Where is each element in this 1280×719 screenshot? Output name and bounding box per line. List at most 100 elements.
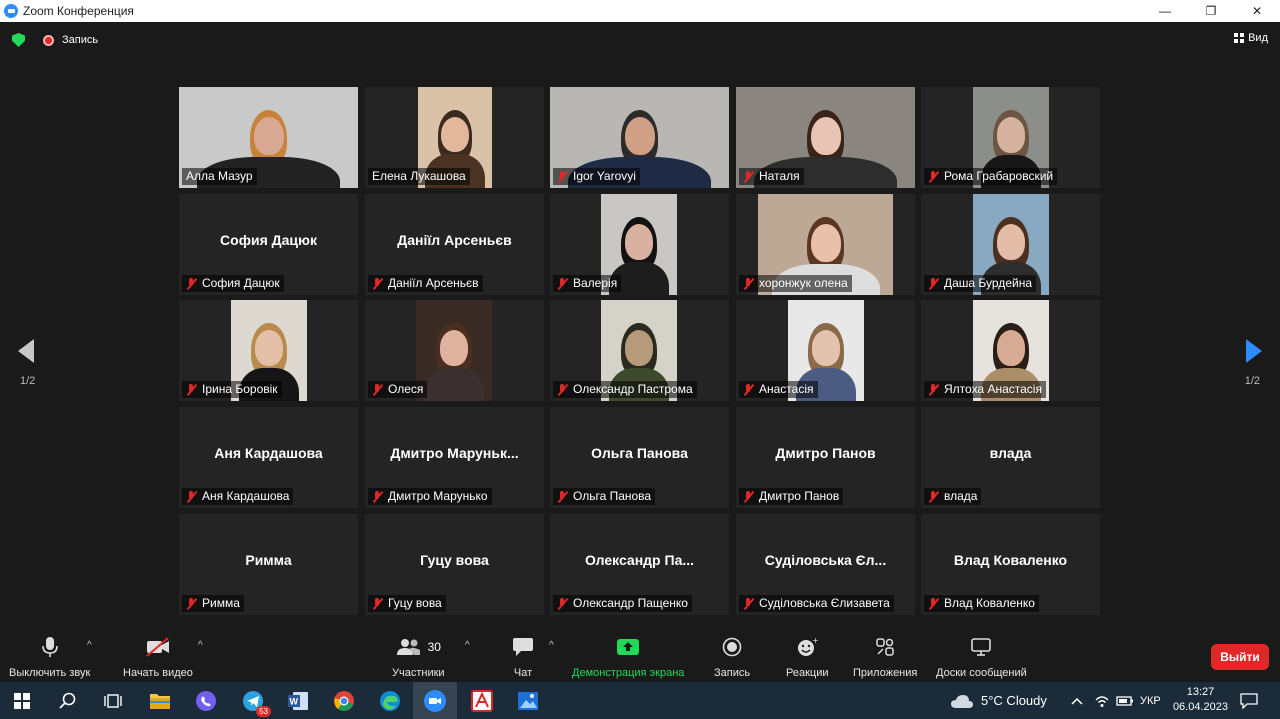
muted-mic-icon [928, 277, 938, 290]
participant-display-name: Суділовська Єл... [764, 552, 887, 568]
participant-name: Валерія [573, 276, 618, 290]
participant-name: Гуцу вова [388, 596, 442, 610]
window-title: Zoom Конференция [23, 4, 134, 18]
apps-button[interactable]: Приложения [853, 636, 917, 679]
participant-tile[interactable]: Олександр Па... Олександр Пащенко [550, 514, 729, 615]
participant-tile[interactable]: Аня Кардашова Аня Кардашова [179, 407, 358, 508]
edge-icon[interactable] [378, 689, 402, 713]
participants-caret-icon[interactable]: ^ [465, 640, 470, 651]
participant-name: Олександр Пащенко [573, 596, 688, 610]
chat-caret-icon[interactable]: ^ [549, 640, 554, 651]
maximize-button[interactable]: ❐ [1188, 0, 1234, 22]
start-video-button[interactable]: Начать видео [123, 636, 193, 679]
view-button[interactable]: Вид [1234, 32, 1268, 44]
participant-display-name: Аня Кардашова [214, 445, 323, 461]
muted-mic-icon [743, 383, 753, 396]
participant-tile[interactable]: Igor Yarovyi [550, 87, 729, 188]
microphone-icon [41, 636, 58, 658]
zoom-taskbar-icon[interactable] [413, 682, 457, 719]
notifications-icon[interactable] [1240, 682, 1258, 719]
participant-tile[interactable]: Римма Римма [179, 514, 358, 615]
whiteboards-button[interactable]: Доски сообщений [936, 636, 1027, 679]
participant-tile[interactable]: Ольга Панова Ольга Панова [550, 407, 729, 508]
participant-tile[interactable]: Суділовська Єл... Суділовська Єлизавета [736, 514, 915, 615]
reactions-button[interactable]: + Реакции [786, 636, 829, 679]
chat-label: Чат [513, 667, 533, 679]
participant-name-tag: Рома Грабаровский [924, 168, 1058, 185]
participant-tile[interactable]: Валерія [550, 194, 729, 295]
participant-name-tag: Ірина Боровік [182, 381, 282, 398]
participant-tile[interactable]: Наталя [736, 87, 915, 188]
mute-button[interactable]: Выключить звук [9, 636, 90, 679]
viber-icon[interactable] [194, 689, 218, 713]
participant-tile[interactable]: Олександр Пастрома [550, 300, 729, 401]
participant-tile[interactable]: влада влада [921, 407, 1100, 508]
participant-tile[interactable]: София Дацюк София Дацюк [179, 194, 358, 295]
chat-button[interactable]: Чат [512, 636, 534, 679]
windows-start-icon[interactable] [10, 689, 34, 713]
leave-button[interactable]: Выйти [1211, 644, 1269, 670]
muted-mic-icon [928, 490, 938, 503]
next-page-arrow-icon[interactable] [1246, 339, 1262, 363]
participant-display-name: Дмитро Панов [775, 445, 876, 461]
participant-tile[interactable]: Гуцу вова Гуцу вова [365, 514, 544, 615]
muted-mic-icon [743, 170, 753, 183]
task-view-icon[interactable] [101, 689, 125, 713]
participant-name: Дмитро Марунько [388, 489, 488, 503]
muted-mic-icon [372, 277, 382, 290]
file-explorer-icon[interactable] [148, 689, 172, 713]
record-button[interactable]: Запись [714, 636, 750, 679]
participant-name: София Дацюк [202, 276, 280, 290]
tray-overflow-icon[interactable] [1071, 682, 1083, 719]
audio-options-caret-icon[interactable]: ^ [87, 640, 92, 651]
battery-icon[interactable] [1116, 682, 1134, 719]
chrome-icon[interactable] [332, 689, 356, 713]
participant-tile[interactable]: Алла Мазур [179, 87, 358, 188]
telegram-badge: 53 [256, 706, 271, 717]
participant-tile[interactable]: Дмитро Панов Дмитро Панов [736, 407, 915, 508]
participant-name-tag: Римма [182, 595, 244, 612]
word-icon[interactable]: W [286, 689, 310, 713]
share-screen-button[interactable]: Демонстрация экрана [572, 636, 684, 679]
previous-page-arrow-icon[interactable] [18, 339, 34, 363]
participant-display-name: Римма [245, 552, 292, 568]
search-icon[interactable] [56, 689, 80, 713]
participant-tile[interactable]: Дмитро Маруньк... Дмитро Марунько [365, 407, 544, 508]
participant-display-name: Дмитро Маруньк... [390, 445, 519, 461]
participant-tile[interactable]: Рома Грабаровский [921, 87, 1100, 188]
participant-tile[interactable]: Даніїл Арсеньєв Даніїл Арсеньєв [365, 194, 544, 295]
telegram-icon[interactable]: 53 [241, 689, 271, 717]
muted-mic-icon [743, 277, 753, 290]
recording-label: Запись [62, 34, 99, 46]
participant-name: Дмитро Панов [759, 489, 840, 503]
muted-mic-icon [372, 383, 382, 396]
language-indicator[interactable]: УКР [1140, 682, 1161, 719]
weather-widget[interactable]: 5°C Cloudy [950, 682, 1047, 719]
system-clock[interactable]: 13:27 06.04.2023 [1173, 685, 1228, 715]
participant-name-tag: Олеся [368, 381, 428, 398]
participant-tile[interactable]: Елена Лукашова [365, 87, 544, 188]
security-shield-icon[interactable] [12, 33, 25, 47]
acrobat-icon[interactable] [470, 689, 494, 713]
participant-tile[interactable]: Олеся [365, 300, 544, 401]
participant-name: Даніїл Арсеньєв [388, 276, 479, 290]
participant-name: Аня Кардашова [202, 489, 290, 503]
participant-tile[interactable]: Ялтоха Анастасія [921, 300, 1100, 401]
participant-tile[interactable]: Влад Коваленко Влад Коваленко [921, 514, 1100, 615]
reactions-icon: + [796, 636, 818, 658]
participant-tile[interactable]: Анастасія [736, 300, 915, 401]
participants-button[interactable]: 30 Участники [392, 636, 445, 679]
participant-tile[interactable]: Ірина Боровік [179, 300, 358, 401]
participant-name-tag: София Дацюк [182, 275, 284, 292]
photos-icon[interactable] [516, 689, 540, 713]
muted-mic-icon [557, 170, 567, 183]
participant-name: Ольга Панова [573, 489, 652, 503]
minimize-button[interactable]: — [1142, 0, 1188, 22]
wifi-icon[interactable] [1094, 682, 1110, 719]
participant-tile[interactable]: хоронжук олена [736, 194, 915, 295]
participant-name: Наталя [759, 169, 800, 183]
participant-tile[interactable]: Даша Бурдейна [921, 194, 1100, 295]
video-options-caret-icon[interactable]: ^ [198, 640, 203, 651]
participant-name: Олеся [388, 382, 424, 396]
close-button[interactable]: ✕ [1234, 0, 1280, 22]
